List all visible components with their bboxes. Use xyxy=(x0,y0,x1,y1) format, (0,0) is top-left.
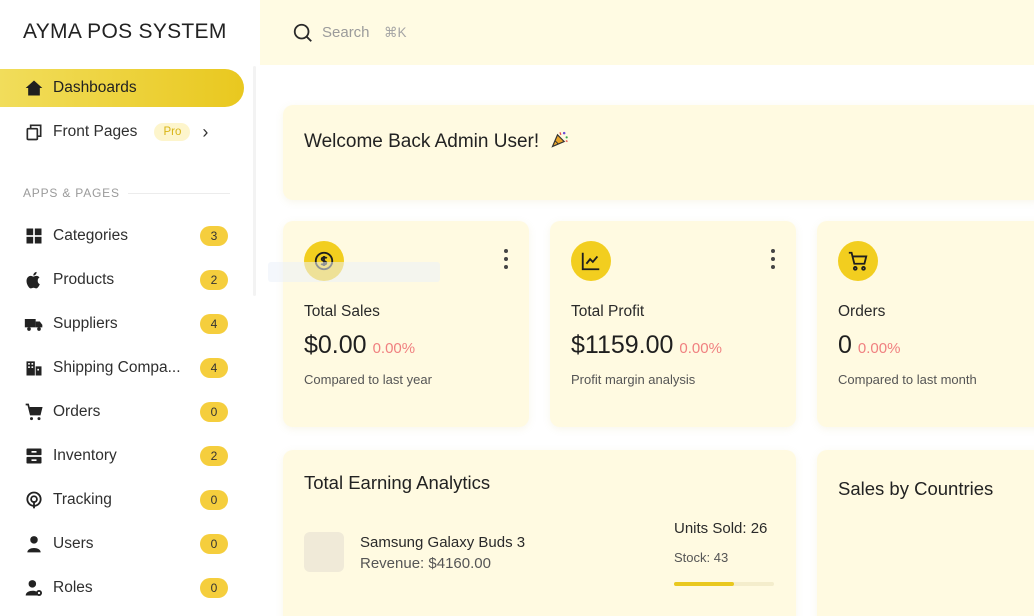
sidebar-item-label: Orders xyxy=(53,403,101,420)
sidebar-item-label: Roles xyxy=(53,579,93,596)
copy-icon xyxy=(24,122,44,142)
stock-count: Stock: 43 xyxy=(674,550,729,565)
search-shortcut: ⌘K xyxy=(384,25,407,40)
sidebar-scrollbar[interactable] xyxy=(253,66,256,296)
sidebar-item-front-pages[interactable]: Front Pages Pro › xyxy=(0,113,244,151)
sidebar-item-label: Shipping Compa... xyxy=(53,359,181,376)
pro-badge: Pro xyxy=(154,123,191,141)
stat-card-orders: Orders 0 0.00% Compared to last month xyxy=(817,221,1034,427)
sales-by-countries-card: Sales by Countries xyxy=(817,450,1034,616)
sidebar-item-products[interactable]: Products 2 xyxy=(0,261,244,299)
apple-icon xyxy=(24,270,44,290)
count-badge: 0 xyxy=(200,490,228,510)
stat-change: 0.00% xyxy=(679,340,722,357)
more-options-icon[interactable] xyxy=(504,249,508,269)
user-cog-icon xyxy=(24,578,44,598)
sidebar-item-label: Categories xyxy=(53,227,128,244)
drag-ghost xyxy=(268,262,440,282)
product-name: Samsung Galaxy Buds 3 xyxy=(360,534,526,551)
sidebar-item-label: Tracking xyxy=(53,491,112,508)
cart-icon xyxy=(24,402,44,422)
tracking-icon xyxy=(24,490,44,510)
count-badge: 0 xyxy=(200,578,228,598)
main-content: Welcome Back Admin User! Total Sales $0.… xyxy=(260,65,1034,616)
topbar: Search ⌘K xyxy=(260,0,1034,65)
cart-icon xyxy=(838,241,878,281)
sidebar-item-roles[interactable]: Roles 0 xyxy=(0,569,244,607)
grid-icon xyxy=(24,226,44,246)
product-thumbnail xyxy=(304,532,344,572)
count-badge: 2 xyxy=(200,270,228,290)
search-input[interactable]: Search xyxy=(322,24,370,41)
sidebar-item-label: Dashboards xyxy=(53,79,137,96)
stat-change: 0.00% xyxy=(857,340,901,357)
stat-value: 0 xyxy=(838,331,852,359)
welcome-text: Welcome Back Admin User! xyxy=(304,131,540,152)
brand-title: AYMA POS SYSTEM xyxy=(23,20,227,43)
sidebar-item-shipping-companies[interactable]: Shipping Compa... 4 xyxy=(0,349,244,387)
user-icon xyxy=(24,534,44,554)
product-revenue: Revenue: $4160.00 xyxy=(360,555,491,572)
more-options-icon[interactable] xyxy=(771,249,775,269)
stat-value-line: $1159.00 0.00% xyxy=(571,331,722,360)
sidebar-item-tracking[interactable]: Tracking 0 xyxy=(0,481,244,519)
stat-value: $1159.00 xyxy=(571,331,674,359)
chart-line-icon xyxy=(571,241,611,281)
stat-value-line: $0.00 0.00% xyxy=(304,331,415,360)
stat-card-total-sales: Total Sales $0.00 0.00% Compared to last … xyxy=(283,221,529,427)
sidebar-item-label: Suppliers xyxy=(53,315,118,332)
sidebar-item-label: Front Pages xyxy=(53,123,138,140)
section-divider xyxy=(128,193,230,194)
sidebar-item-orders[interactable]: Orders 0 xyxy=(0,393,244,431)
stat-change: 0.00% xyxy=(372,340,416,357)
stat-title: Total Sales xyxy=(304,303,380,320)
count-badge: 4 xyxy=(200,314,228,334)
count-badge: 0 xyxy=(200,534,228,554)
chevron-right-icon: › xyxy=(202,121,209,142)
stat-card-total-profit: Total Profit $1159.00 0.00% Profit margin… xyxy=(550,221,796,427)
stock-progress-fill xyxy=(674,582,734,586)
welcome-card: Welcome Back Admin User! xyxy=(283,105,1034,200)
units-sold: Units Sold: 26 xyxy=(674,520,768,537)
welcome-heading: Welcome Back Admin User! xyxy=(304,129,570,153)
building-icon xyxy=(24,358,44,378)
count-badge: 4 xyxy=(200,358,228,378)
count-badge: 3 xyxy=(200,226,228,246)
truck-icon xyxy=(24,314,44,334)
party-popper-icon xyxy=(551,131,569,148)
search-icon[interactable] xyxy=(292,22,314,44)
sidebar-item-label: Users xyxy=(53,535,94,552)
card-title: Total Earning Analytics xyxy=(304,472,491,493)
stat-subtitle: Compared to last year xyxy=(304,372,432,387)
section-label: APPS & PAGES xyxy=(23,186,120,200)
stat-value-line: 0 0.00% xyxy=(838,331,900,360)
card-title: Sales by Countries xyxy=(838,478,994,499)
stat-subtitle: Compared to last month xyxy=(838,372,977,387)
stock-progress-bar xyxy=(674,582,774,586)
sidebar-item-suppliers[interactable]: Suppliers 4 xyxy=(0,305,244,343)
sidebar: AYMA POS SYSTEM Dashboards Front Pages P… xyxy=(0,0,260,616)
sidebar-item-dashboards[interactable]: Dashboards xyxy=(0,69,244,107)
stat-title: Orders xyxy=(838,303,886,320)
sidebar-item-label: Products xyxy=(53,271,115,288)
count-badge: 2 xyxy=(200,446,228,466)
home-icon xyxy=(24,78,44,98)
sidebar-item-inventory[interactable]: Inventory 2 xyxy=(0,437,244,475)
earning-analytics-card: Total Earning Analytics Samsung Galaxy B… xyxy=(283,450,796,616)
sidebar-item-users[interactable]: Users 0 xyxy=(0,525,244,563)
sidebar-item-label: Inventory xyxy=(53,447,117,464)
stat-subtitle: Profit margin analysis xyxy=(571,372,696,387)
count-badge: 0 xyxy=(200,402,228,422)
archive-icon xyxy=(24,446,44,466)
stat-title: Total Profit xyxy=(571,303,645,320)
sidebar-item-categories[interactable]: Categories 3 xyxy=(0,217,244,255)
stat-value: $0.00 xyxy=(304,331,367,359)
